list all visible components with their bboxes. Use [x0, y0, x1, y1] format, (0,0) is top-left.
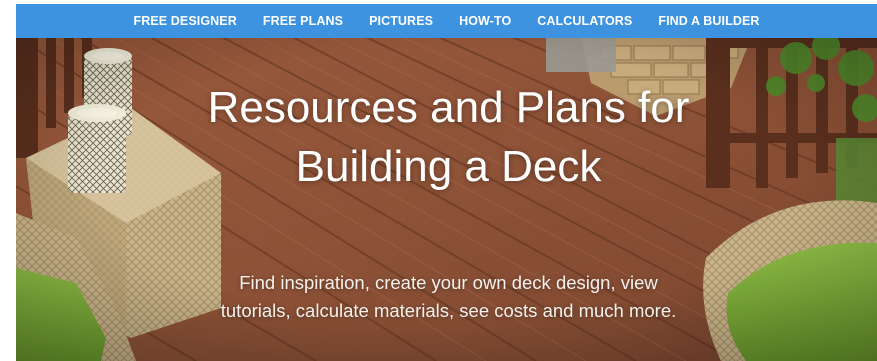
nav-free-designer[interactable]: FREE DESIGNER — [133, 14, 236, 28]
nav-calculators[interactable]: CALCULATORS — [537, 14, 632, 28]
nav-pictures[interactable]: PICTURES — [369, 14, 433, 28]
nav-how-to[interactable]: HOW-TO — [459, 14, 511, 28]
page: FREE DESIGNER FREE PLANS PICTURES HOW-TO… — [0, 0, 877, 361]
hero-banner: Resources and Plans for Building a Deck … — [16, 38, 877, 361]
hero-title: Resources and Plans for Building a Deck — [207, 83, 690, 191]
nav-free-plans[interactable]: FREE PLANS — [263, 14, 343, 28]
top-navigation: FREE DESIGNER FREE PLANS PICTURES HOW-TO… — [16, 4, 877, 38]
nav-find-a-builder[interactable]: FIND A BUILDER — [658, 14, 759, 28]
hero-subtitle: Find inspiration, create your own deck d… — [220, 272, 677, 321]
